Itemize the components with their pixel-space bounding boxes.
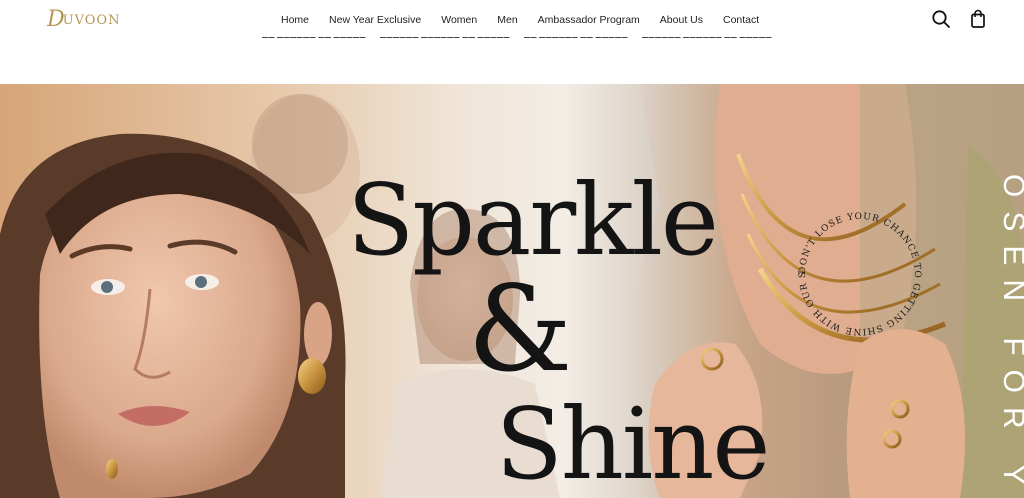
hero-headline-line3: Shine bbox=[495, 388, 771, 498]
nav-item-home[interactable]: Home bbox=[281, 13, 309, 27]
hero-vertical-text: OSEN FOR YOU bbox=[997, 174, 1024, 498]
submenu-fragment: ▬▬▬▬▬▬ ▬▬▬▬▬▬ ▬▬ ▬▬▬▬▬ bbox=[641, 36, 772, 40]
nav-item-about-us[interactable]: About Us bbox=[660, 13, 703, 27]
nav-item-men[interactable]: Men bbox=[497, 13, 517, 27]
submenu-fragment: ▬▬ ▬▬▬▬▬▬ ▬▬ ▬▬▬▬▬ bbox=[523, 36, 628, 40]
nav-item-ambassador-program[interactable]: Ambassador Program bbox=[538, 13, 640, 27]
shopping-bag-icon bbox=[971, 9, 985, 28]
brand-logo[interactable]: D UVOON bbox=[47, 9, 120, 31]
logo-text: UVOON bbox=[62, 12, 121, 28]
nav-item-new-year-exclusive[interactable]: New Year Exclusive bbox=[329, 13, 421, 27]
cart-button[interactable] bbox=[967, 8, 989, 30]
hero-headline-ampersand: & bbox=[467, 260, 573, 398]
main-nav: Home New Year Exclusive Women Men Ambass… bbox=[281, 13, 759, 27]
search-button[interactable] bbox=[930, 8, 952, 30]
hero-banner[interactable]: DON'T LOSE YOUR CHANCE TO GETTING SHINE … bbox=[0, 84, 1024, 498]
nav-item-contact[interactable]: Contact bbox=[723, 13, 759, 27]
site-header: D UVOON Home New Year Exclusive Women Me… bbox=[0, 0, 1024, 84]
submenu-strip: ▬▬ ▬▬▬▬▬▬ ▬▬ ▬▬▬▬▬ ▬▬▬▬▬▬ ▬▬▬▬▬▬ ▬▬ ▬▬▬▬… bbox=[262, 36, 772, 44]
submenu-fragment: ▬▬▬▬▬▬ ▬▬▬▬▬▬ ▬▬ ▬▬▬▬▬ bbox=[379, 36, 510, 40]
search-icon bbox=[932, 10, 950, 28]
nav-item-women[interactable]: Women bbox=[441, 13, 477, 27]
submenu-fragment: ▬▬ ▬▬▬▬▬▬ ▬▬ ▬▬▬▬▬ bbox=[262, 36, 367, 40]
hero-headline-line1: Sparkle bbox=[347, 164, 719, 278]
